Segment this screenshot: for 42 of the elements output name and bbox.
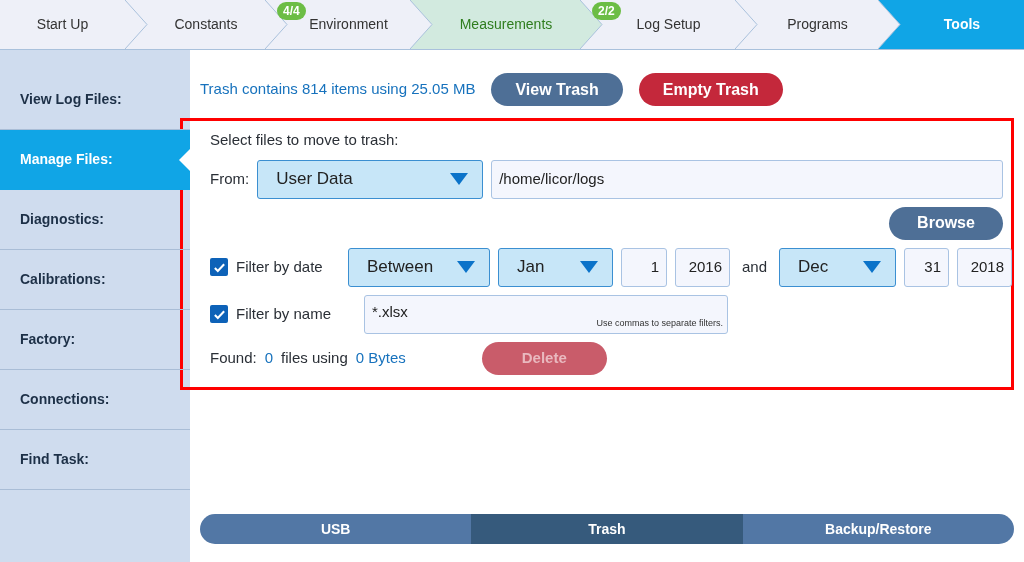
year-field[interactable]: 2018 — [957, 247, 1013, 287]
bottom-tab[interactable]: USB — [200, 514, 472, 544]
filter-label: Filter by date — [236, 256, 324, 277]
dropdown-arrow-icon — [450, 173, 469, 185]
name-filter-field[interactable]: *.xlsx Use commas to separate filters. — [364, 294, 728, 334]
bottom-tab[interactable]: Backup/Restore — [742, 514, 1014, 544]
range-dropdown[interactable]: Between — [348, 247, 490, 287]
dropdown-arrow-icon — [580, 261, 598, 273]
trash-button[interactable]: Empty Trash — [638, 73, 783, 106]
sidebar-item[interactable]: Factory: — [0, 310, 190, 370]
trash-summary: Trash contains 814 items using 25.05 MB — [200, 79, 476, 100]
bottom-tab[interactable]: Trash — [471, 514, 743, 544]
size-text: 0 Bytes — [355, 347, 407, 368]
sidebar-item[interactable]: Find Task: — [0, 430, 190, 490]
field-label: From: — [210, 168, 250, 189]
filter-label: Filter by name — [236, 303, 333, 324]
sidebar-item[interactable]: Diagnostics: — [0, 190, 190, 250]
found-text: files using — [281, 347, 348, 368]
month-dropdown[interactable]: Dec — [779, 247, 897, 287]
day-field[interactable]: 31 — [904, 247, 950, 287]
step-badge: 2/2 — [592, 2, 621, 20]
step-badge: 4/4 — [277, 2, 306, 20]
checkbox[interactable] — [210, 258, 228, 276]
year-field[interactable]: 2016 — [675, 247, 730, 287]
checkbox[interactable] — [210, 305, 228, 323]
joiner-text: and — [742, 256, 768, 277]
browse-button[interactable]: Browse — [889, 206, 1003, 240]
trash-button[interactable]: View Trash — [491, 73, 623, 106]
source-dropdown[interactable]: User Data — [257, 159, 484, 199]
step-tab[interactable]: Start Up — [0, 0, 125, 49]
panel-heading: Select files to move to trash: — [210, 130, 400, 150]
month-dropdown[interactable]: Jan — [498, 247, 613, 287]
dropdown-arrow-icon — [863, 261, 882, 273]
sidebar-item[interactable]: Calibrations: — [0, 250, 190, 310]
path-field[interactable]: /home/licor/logs — [491, 159, 1003, 199]
day-field[interactable]: 1 — [621, 247, 667, 287]
hint-text: Use commas to separate filters. — [596, 317, 723, 330]
step-tab[interactable]: Constants — [125, 0, 265, 49]
sidebar-item[interactable]: Connections: — [0, 370, 190, 430]
file-count: 0 — [264, 347, 274, 368]
found-label: Found: — [210, 347, 257, 368]
dropdown-arrow-icon — [457, 261, 475, 273]
